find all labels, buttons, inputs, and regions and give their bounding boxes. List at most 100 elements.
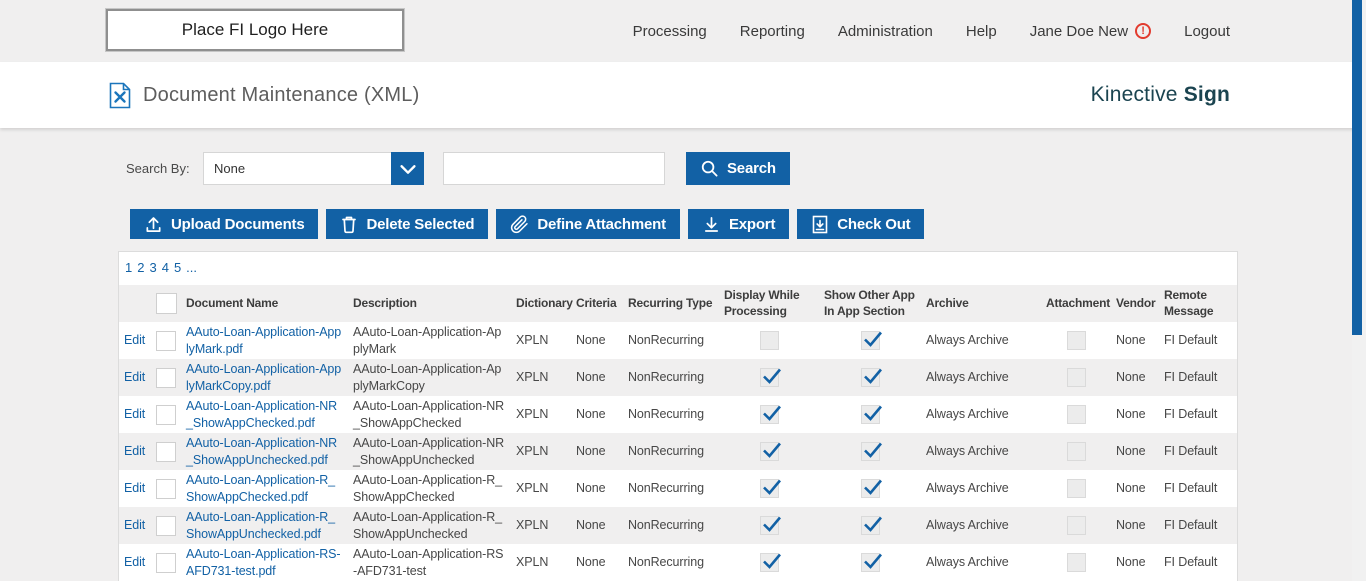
row-select-checkbox[interactable] [156, 553, 176, 573]
archive-cell: Always Archive [921, 396, 1041, 433]
header-remote-message: Remote Message [1159, 285, 1237, 322]
nav-administration[interactable]: Administration [838, 23, 933, 40]
description-cell: AAuto-Loan-Application-ApplyMark [348, 322, 511, 359]
top-header: Place FI Logo Here Processing Reporting … [0, 0, 1366, 62]
document-name-link[interactable]: AAuto-Loan-Application-R_ShowAppChecked.… [186, 473, 335, 503]
actions-row: Upload Documents Delete Selected Define … [130, 209, 1366, 239]
select-all-checkbox[interactable] [156, 293, 177, 314]
attachment-checkbox[interactable] [1067, 368, 1086, 387]
header-criteria: Criteria [571, 285, 623, 322]
nav-user[interactable]: Jane Doe New ! [1030, 23, 1151, 40]
archive-cell: Always Archive [921, 359, 1041, 396]
row-select-checkbox[interactable] [156, 479, 176, 499]
dictionary-cell: XPLN [511, 359, 571, 396]
archive-cell: Always Archive [921, 507, 1041, 544]
nav-processing[interactable]: Processing [633, 23, 707, 40]
display-while-processing-checkbox[interactable] [760, 553, 779, 572]
check-out-button[interactable]: Check Out [797, 209, 924, 239]
show-other-app-checkbox[interactable] [861, 405, 880, 424]
attachment-checkbox[interactable] [1067, 442, 1086, 461]
scrollbar-thumb[interactable] [1352, 0, 1362, 335]
attachment-checkbox[interactable] [1067, 331, 1086, 350]
check-icon [861, 475, 885, 499]
search-by-select[interactable]: None [203, 152, 424, 185]
documents-table-card: 12345... Document Name Description Dicti… [118, 251, 1238, 581]
check-icon [760, 549, 784, 573]
nav-help[interactable]: Help [966, 23, 997, 40]
upload-documents-label: Upload Documents [171, 216, 304, 233]
edit-link[interactable]: Edit [124, 370, 145, 384]
vendor-cell: None [1111, 544, 1159, 581]
page-link-more[interactable]: ... [186, 260, 197, 275]
edit-link[interactable]: Edit [124, 444, 145, 458]
description-cell: AAuto-Loan-Application-NR_ShowAppChecked [348, 396, 511, 433]
display-while-processing-checkbox[interactable] [760, 442, 779, 461]
pagination: 12345... [119, 252, 1237, 285]
define-attachment-button[interactable]: Define Attachment [496, 209, 680, 239]
header-edit [119, 285, 151, 322]
recurring-type-cell: NonRecurring [623, 396, 719, 433]
check-icon [760, 364, 784, 388]
search-input[interactable] [443, 152, 665, 185]
display-while-processing-checkbox[interactable] [760, 516, 779, 535]
show-other-app-checkbox[interactable] [861, 442, 880, 461]
document-name-link[interactable]: AAuto-Loan-Application-NR_ShowAppChecked… [186, 399, 337, 429]
document-name-link[interactable]: AAuto-Loan-Application-NR_ShowAppUncheck… [186, 436, 337, 466]
upload-documents-button[interactable]: Upload Documents [130, 209, 318, 239]
page-link-1[interactable]: 1 [125, 260, 132, 275]
recurring-type-cell: NonRecurring [623, 470, 719, 507]
page-link-4[interactable]: 4 [162, 260, 169, 275]
display-while-processing-checkbox[interactable] [760, 405, 779, 424]
row-select-checkbox[interactable] [156, 405, 176, 425]
header-attachment: Attachment [1041, 285, 1111, 322]
attachment-checkbox[interactable] [1067, 516, 1086, 535]
remote-message-cell: FI Default [1159, 396, 1237, 433]
nav-reporting[interactable]: Reporting [740, 23, 805, 40]
document-name-link[interactable]: AAuto-Loan-Application-ApplyMarkCopy.pdf [186, 362, 341, 392]
header-document-name: Document Name [181, 285, 348, 322]
delete-selected-button[interactable]: Delete Selected [326, 209, 488, 239]
edit-link[interactable]: Edit [124, 555, 145, 569]
display-while-processing-checkbox[interactable] [760, 331, 779, 350]
edit-link[interactable]: Edit [124, 407, 145, 421]
page-link-2[interactable]: 2 [137, 260, 144, 275]
check-icon [861, 549, 885, 573]
attachment-checkbox[interactable] [1067, 479, 1086, 498]
chevron-down-icon[interactable] [391, 152, 424, 185]
recurring-type-cell: NonRecurring [623, 359, 719, 396]
check-icon [760, 475, 784, 499]
show-other-app-checkbox[interactable] [861, 331, 880, 350]
display-while-processing-checkbox[interactable] [760, 479, 779, 498]
edit-link[interactable]: Edit [124, 333, 145, 347]
page-scrollbar[interactable] [1352, 0, 1366, 581]
top-nav: Processing Reporting Administration Help… [633, 0, 1230, 62]
row-select-checkbox[interactable] [156, 331, 176, 351]
nav-logout[interactable]: Logout [1184, 23, 1230, 40]
brand-regular: Kinective [1091, 83, 1178, 106]
document-name-link[interactable]: AAuto-Loan-Application-RS-AFD731-test.pd… [186, 547, 340, 577]
show-other-app-checkbox[interactable] [861, 479, 880, 498]
check-icon [861, 512, 885, 536]
row-select-checkbox[interactable] [156, 442, 176, 462]
edit-link[interactable]: Edit [124, 518, 145, 532]
remote-message-cell: FI Default [1159, 359, 1237, 396]
show-other-app-checkbox[interactable] [861, 368, 880, 387]
export-button[interactable]: Export [688, 209, 789, 239]
display-while-processing-checkbox[interactable] [760, 368, 779, 387]
brand-bold: Sign [1184, 83, 1230, 106]
edit-link[interactable]: Edit [124, 481, 145, 495]
page-link-3[interactable]: 3 [149, 260, 156, 275]
document-name-link[interactable]: AAuto-Loan-Application-ApplyMark.pdf [186, 325, 341, 355]
brand-logo: Kinective Sign [1091, 83, 1230, 107]
attachment-checkbox[interactable] [1067, 405, 1086, 424]
document-name-link[interactable]: AAuto-Loan-Application-R_ShowAppUnchecke… [186, 510, 335, 540]
row-select-checkbox[interactable] [156, 516, 176, 536]
search-button[interactable]: Search [686, 152, 790, 185]
show-other-app-checkbox[interactable] [861, 553, 880, 572]
show-other-app-checkbox[interactable] [861, 516, 880, 535]
attachment-checkbox[interactable] [1067, 553, 1086, 572]
row-select-checkbox[interactable] [156, 368, 176, 388]
page-link-5[interactable]: 5 [174, 260, 181, 275]
vendor-cell: None [1111, 507, 1159, 544]
document-download-icon [811, 215, 829, 234]
